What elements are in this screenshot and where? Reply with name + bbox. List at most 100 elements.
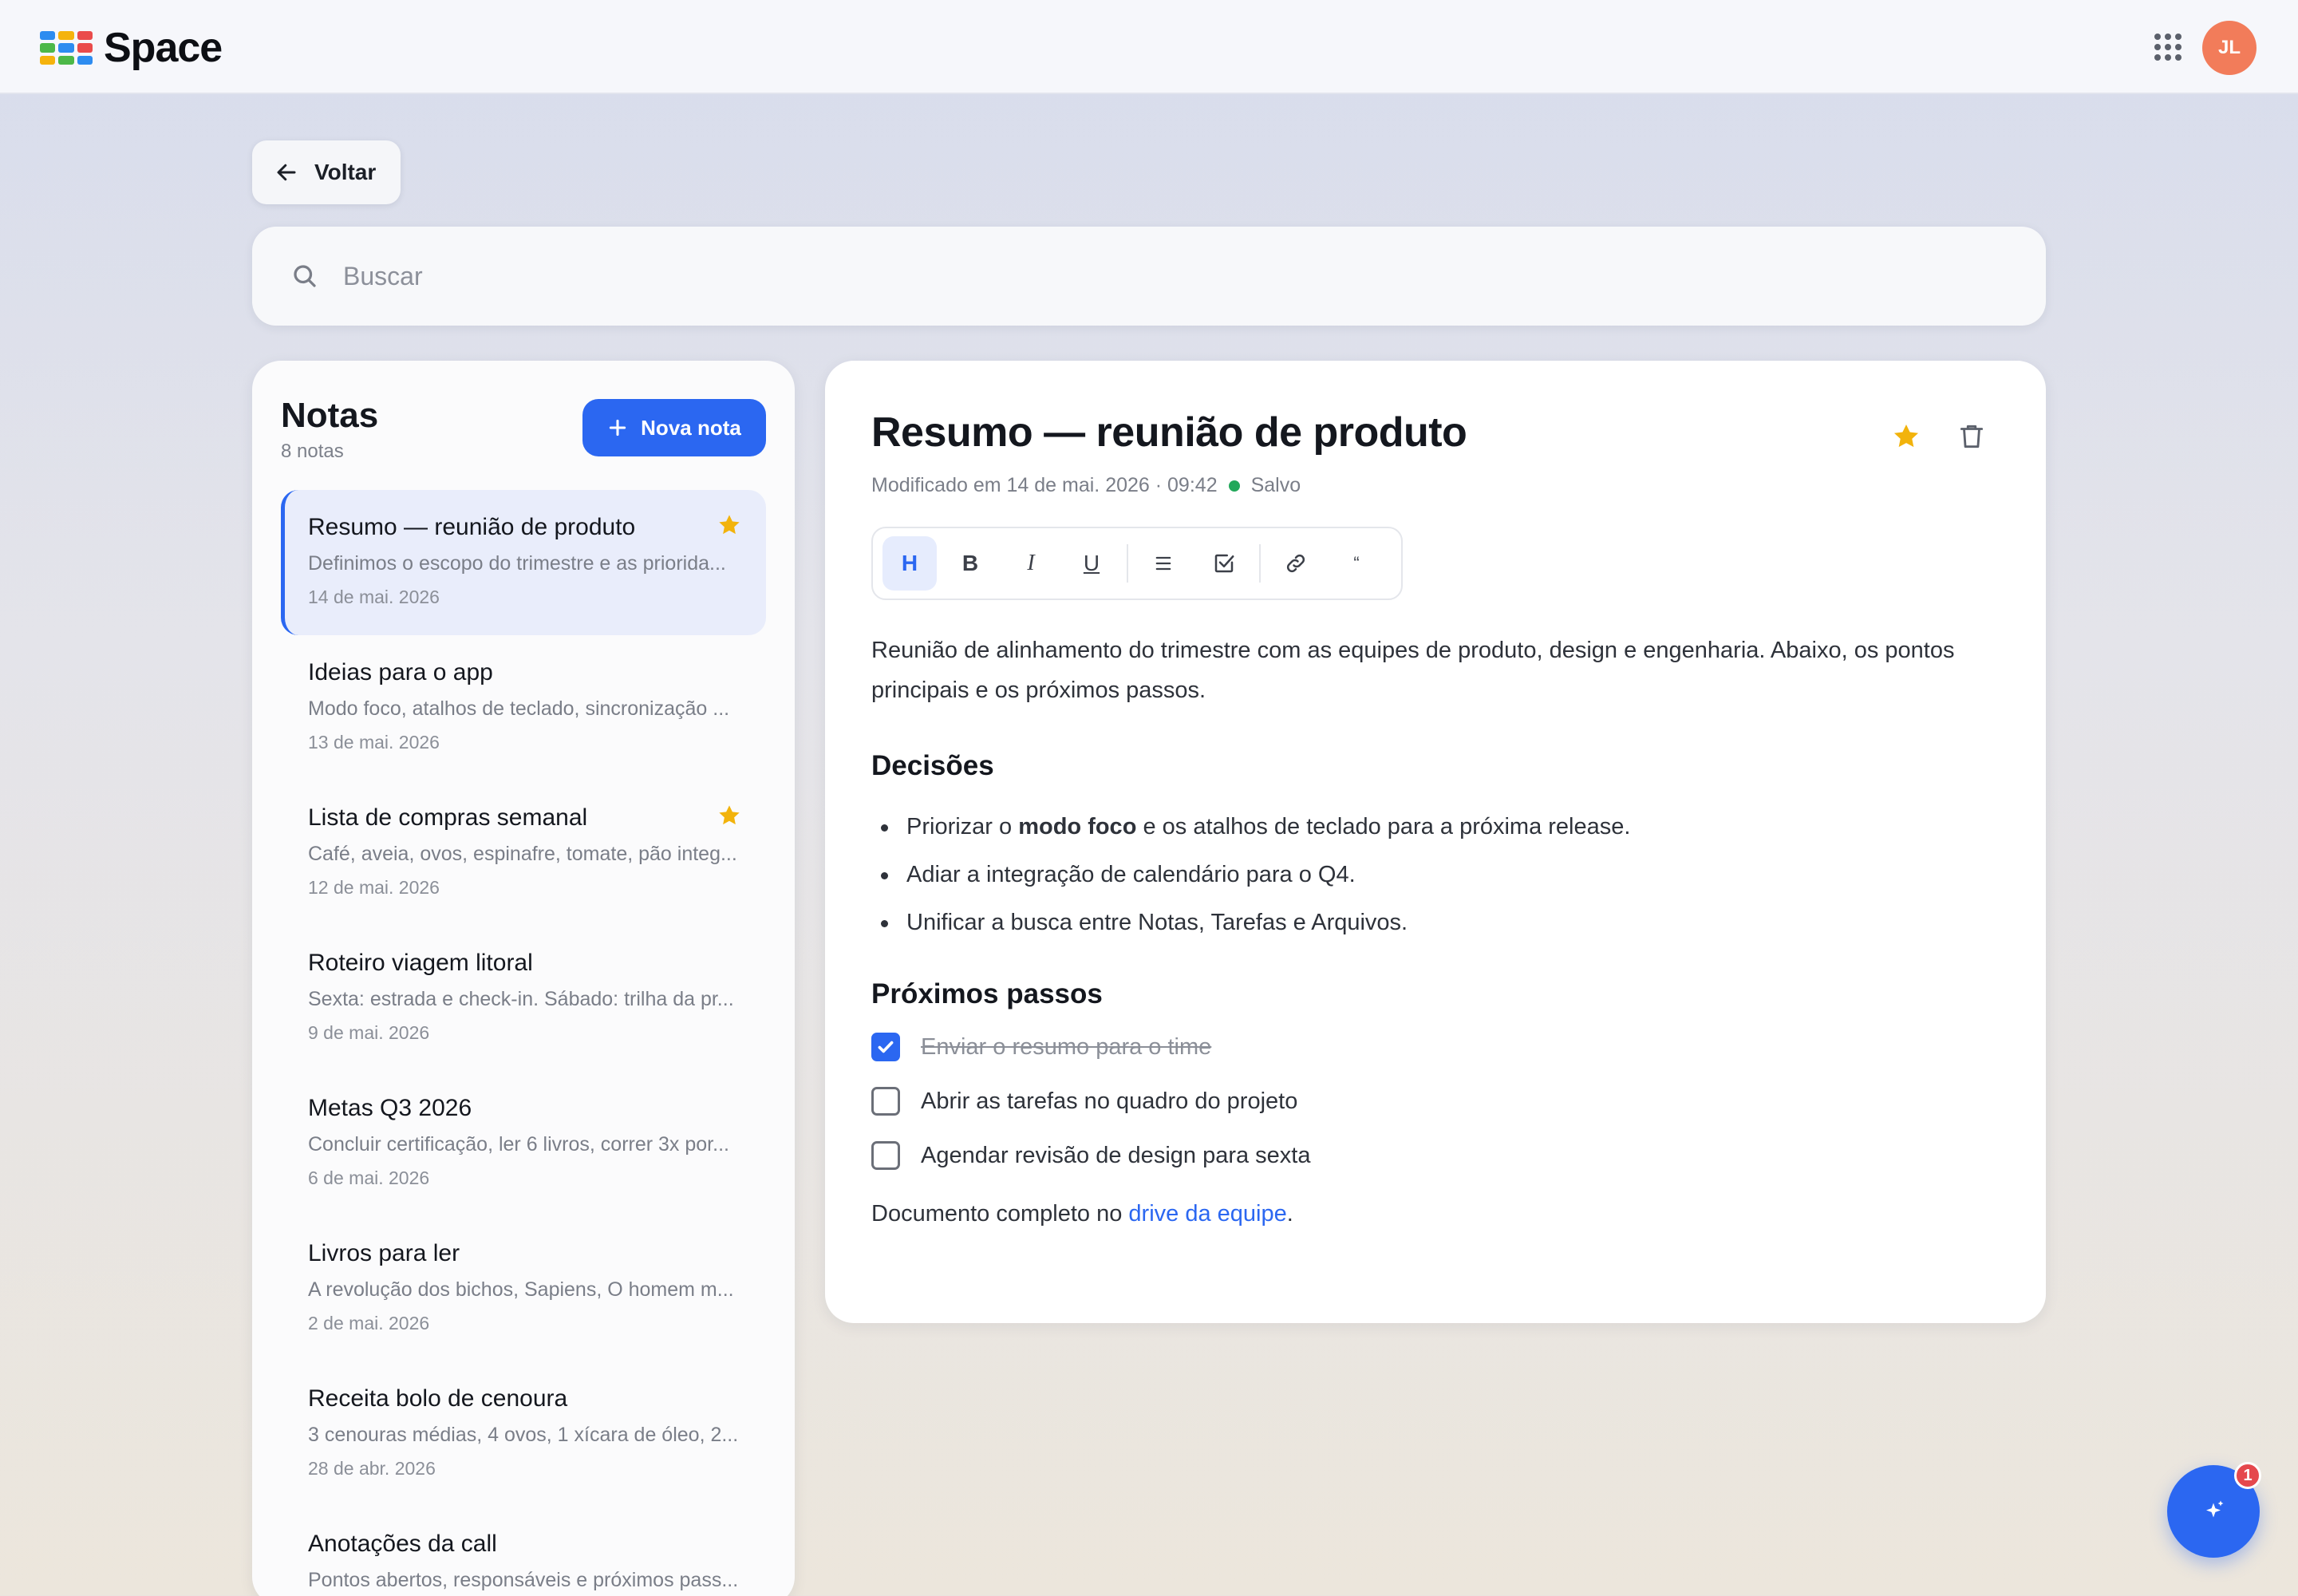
note-item-snippet: Sexta: estrada e check-in. Sábado: trilh… xyxy=(308,988,734,1010)
logo-icon xyxy=(40,31,93,65)
checkbox-icon xyxy=(1214,554,1234,573)
note-list-item[interactable]: Metas Q3 2026 Concluir certificação, ler … xyxy=(281,1071,766,1216)
checklist-button[interactable] xyxy=(1197,536,1251,591)
note-item-date: 6 de mai. 2026 xyxy=(308,1167,430,1188)
note-item-title: Receita bolo de cenoura xyxy=(308,1385,568,1412)
arrow-left-icon xyxy=(277,164,296,181)
note-item-title: Metas Q3 2026 xyxy=(308,1095,472,1121)
note-item-snippet: Concluir certificação, ler 6 livros, cor… xyxy=(308,1133,729,1156)
heading-button[interactable]: H xyxy=(882,536,937,591)
list-item: Unificar a busca entre Notas, Tarefas e … xyxy=(871,899,2004,946)
top-bar: Space JL xyxy=(0,0,2298,94)
note-item-snippet: Modo foco, atalhos de teclado, sincroniz… xyxy=(308,697,730,720)
notes-panel-title: Notas xyxy=(281,396,379,435)
note-item-date: 28 de abr. 2026 xyxy=(308,1458,436,1479)
toolbar-divider xyxy=(1259,544,1261,583)
text-run: . xyxy=(1286,1201,1293,1227)
note-item-date: 13 de mai. 2026 xyxy=(308,732,440,753)
bold-button[interactable]: B xyxy=(943,536,997,591)
text-run: e os atalhos de teclado para a próxima r… xyxy=(1136,814,1631,839)
user-avatar[interactable]: JL xyxy=(2202,21,2257,75)
saved-status: Salvo xyxy=(1250,474,1301,496)
app-name: Space xyxy=(104,25,223,71)
list-item: Adiar a integração de calendário para o … xyxy=(871,851,2004,899)
italic-button[interactable]: I xyxy=(1004,536,1058,591)
note-list: Resumo — reunião de produto Definimos o e… xyxy=(281,490,766,1596)
note-item-date: 9 de mai. 2026 xyxy=(308,1022,430,1043)
note-list-item[interactable]: Anotações da call Pontos abertos, respons… xyxy=(281,1507,766,1596)
decisions-heading: Decisões xyxy=(871,750,994,781)
note-item-date: 12 de mai. 2026 xyxy=(308,877,440,898)
todo-checkbox[interactable] xyxy=(871,1141,900,1170)
star-icon[interactable] xyxy=(717,803,742,828)
underline-button[interactable]: U xyxy=(1064,536,1119,591)
note-list-item[interactable]: Ideias para o app Modo foco, atalhos de t… xyxy=(281,635,766,780)
footer-paragraph: Documento completo no drive da equipe. xyxy=(871,1194,2004,1234)
team-drive-link[interactable]: drive da equipe xyxy=(1128,1201,1286,1227)
decisions-list: Priorizar o modo foco e os atalhos de te… xyxy=(871,803,2004,946)
back-button[interactable]: Voltar xyxy=(252,140,401,204)
todo-item: Agendar revisão de design para sexta xyxy=(871,1128,2004,1183)
format-toolbar: H B I U “ xyxy=(871,527,1403,600)
text-run: Priorizar o xyxy=(906,814,1019,839)
todo-checkbox[interactable] xyxy=(871,1087,900,1116)
notification-badge: 1 xyxy=(2234,1462,2261,1489)
note-body[interactable]: Reunião de alinhamento do trimestre com … xyxy=(871,630,2004,1234)
star-icon[interactable] xyxy=(1891,421,1921,452)
todo-list: Enviar o resumo para o time Abrir as tare… xyxy=(871,1020,2004,1183)
saved-status-dot xyxy=(1228,480,1240,492)
todo-item: Abrir as tarefas no quadro do projeto xyxy=(871,1074,2004,1128)
note-item-snippet: Café, aveia, ovos, espinafre, tomate, pã… xyxy=(308,843,737,865)
note-item-date: 14 de mai. 2026 xyxy=(308,587,440,607)
star-icon[interactable] xyxy=(717,512,742,538)
search-input[interactable] xyxy=(343,261,1779,291)
intro-paragraph: Reunião de alinhamento do trimestre com … xyxy=(871,638,1955,703)
bold-text: modo foco xyxy=(1018,814,1137,839)
note-meta: Modificado em 14 de mai. 2026 · 09:42 Sa… xyxy=(871,474,1301,497)
note-title[interactable]: Resumo — reunião de produto xyxy=(871,409,1467,456)
note-list-item[interactable]: Roteiro viagem litoral Sexta: estrada e c… xyxy=(281,926,766,1071)
apps-grid-icon[interactable] xyxy=(2154,34,2182,61)
note-item-title: Lista de compras semanal xyxy=(308,804,588,831)
toolbar-divider xyxy=(1127,544,1128,583)
note-editor: Resumo — reunião de produto Modificado e… xyxy=(825,361,2046,1323)
app-logo[interactable]: Space xyxy=(40,24,223,72)
link-icon xyxy=(1286,554,1305,573)
note-item-title: Livros para ler xyxy=(308,1240,460,1266)
check-icon xyxy=(878,1041,894,1053)
sparkle-icon xyxy=(2206,1500,2224,1518)
text-run: Documento completo no xyxy=(871,1201,1129,1227)
note-item-title: Resumo — reunião de produto xyxy=(308,514,636,540)
plus-icon xyxy=(609,419,626,437)
note-list-item[interactable]: Resumo — reunião de produto Definimos o e… xyxy=(281,490,766,635)
search-icon xyxy=(294,265,316,287)
notes-panel: Notas 8 notas Nova nota Resumo — reunião… xyxy=(252,361,795,1596)
trash-icon[interactable] xyxy=(1956,421,1987,452)
new-note-button[interactable]: Nova nota xyxy=(582,399,766,456)
list-icon xyxy=(1155,556,1171,571)
todo-text: Agendar revisão de design para sexta xyxy=(921,1142,1311,1168)
todo-text: Enviar o resumo para o time xyxy=(921,1033,1212,1060)
note-item-snippet: Pontos abertos, responsáveis e próximos … xyxy=(308,1569,739,1591)
note-item-date: 2 de mai. 2026 xyxy=(308,1313,430,1333)
note-list-item[interactable]: Receita bolo de cenoura 3 cenouras médias… xyxy=(281,1361,766,1507)
todo-checkbox[interactable] xyxy=(871,1033,900,1061)
new-note-label: Nova nota xyxy=(641,415,741,440)
note-item-snippet: A revolução dos bichos, Sapiens, O homem… xyxy=(308,1278,734,1301)
back-button-label: Voltar xyxy=(314,160,377,184)
list-button[interactable] xyxy=(1136,536,1190,591)
search-bar xyxy=(252,227,2046,326)
modified-timestamp: Modificado em 14 de mai. 2026 · 09:42 xyxy=(871,474,1218,496)
todo-item: Enviar o resumo para o time xyxy=(871,1020,2004,1074)
note-item-title: Anotações da call xyxy=(308,1531,497,1557)
quote-button[interactable]: “ xyxy=(1329,536,1384,591)
note-list-item[interactable]: Lista de compras semanal Café, aveia, ovo… xyxy=(281,780,766,926)
note-item-snippet: Definimos o escopo do trimestre e as pri… xyxy=(308,552,726,575)
notes-count: 8 notas xyxy=(281,440,344,462)
note-item-snippet: 3 cenouras médias, 4 ovos, 1 xícara de ó… xyxy=(308,1424,739,1446)
note-list-item[interactable]: Livros para ler A revolução dos bichos, S… xyxy=(281,1216,766,1361)
link-button[interactable] xyxy=(1269,536,1323,591)
list-item: Priorizar o modo foco e os atalhos de te… xyxy=(871,803,2004,851)
note-item-title: Ideias para o app xyxy=(308,659,493,685)
next-steps-heading: Próximos passos xyxy=(871,978,1103,1009)
